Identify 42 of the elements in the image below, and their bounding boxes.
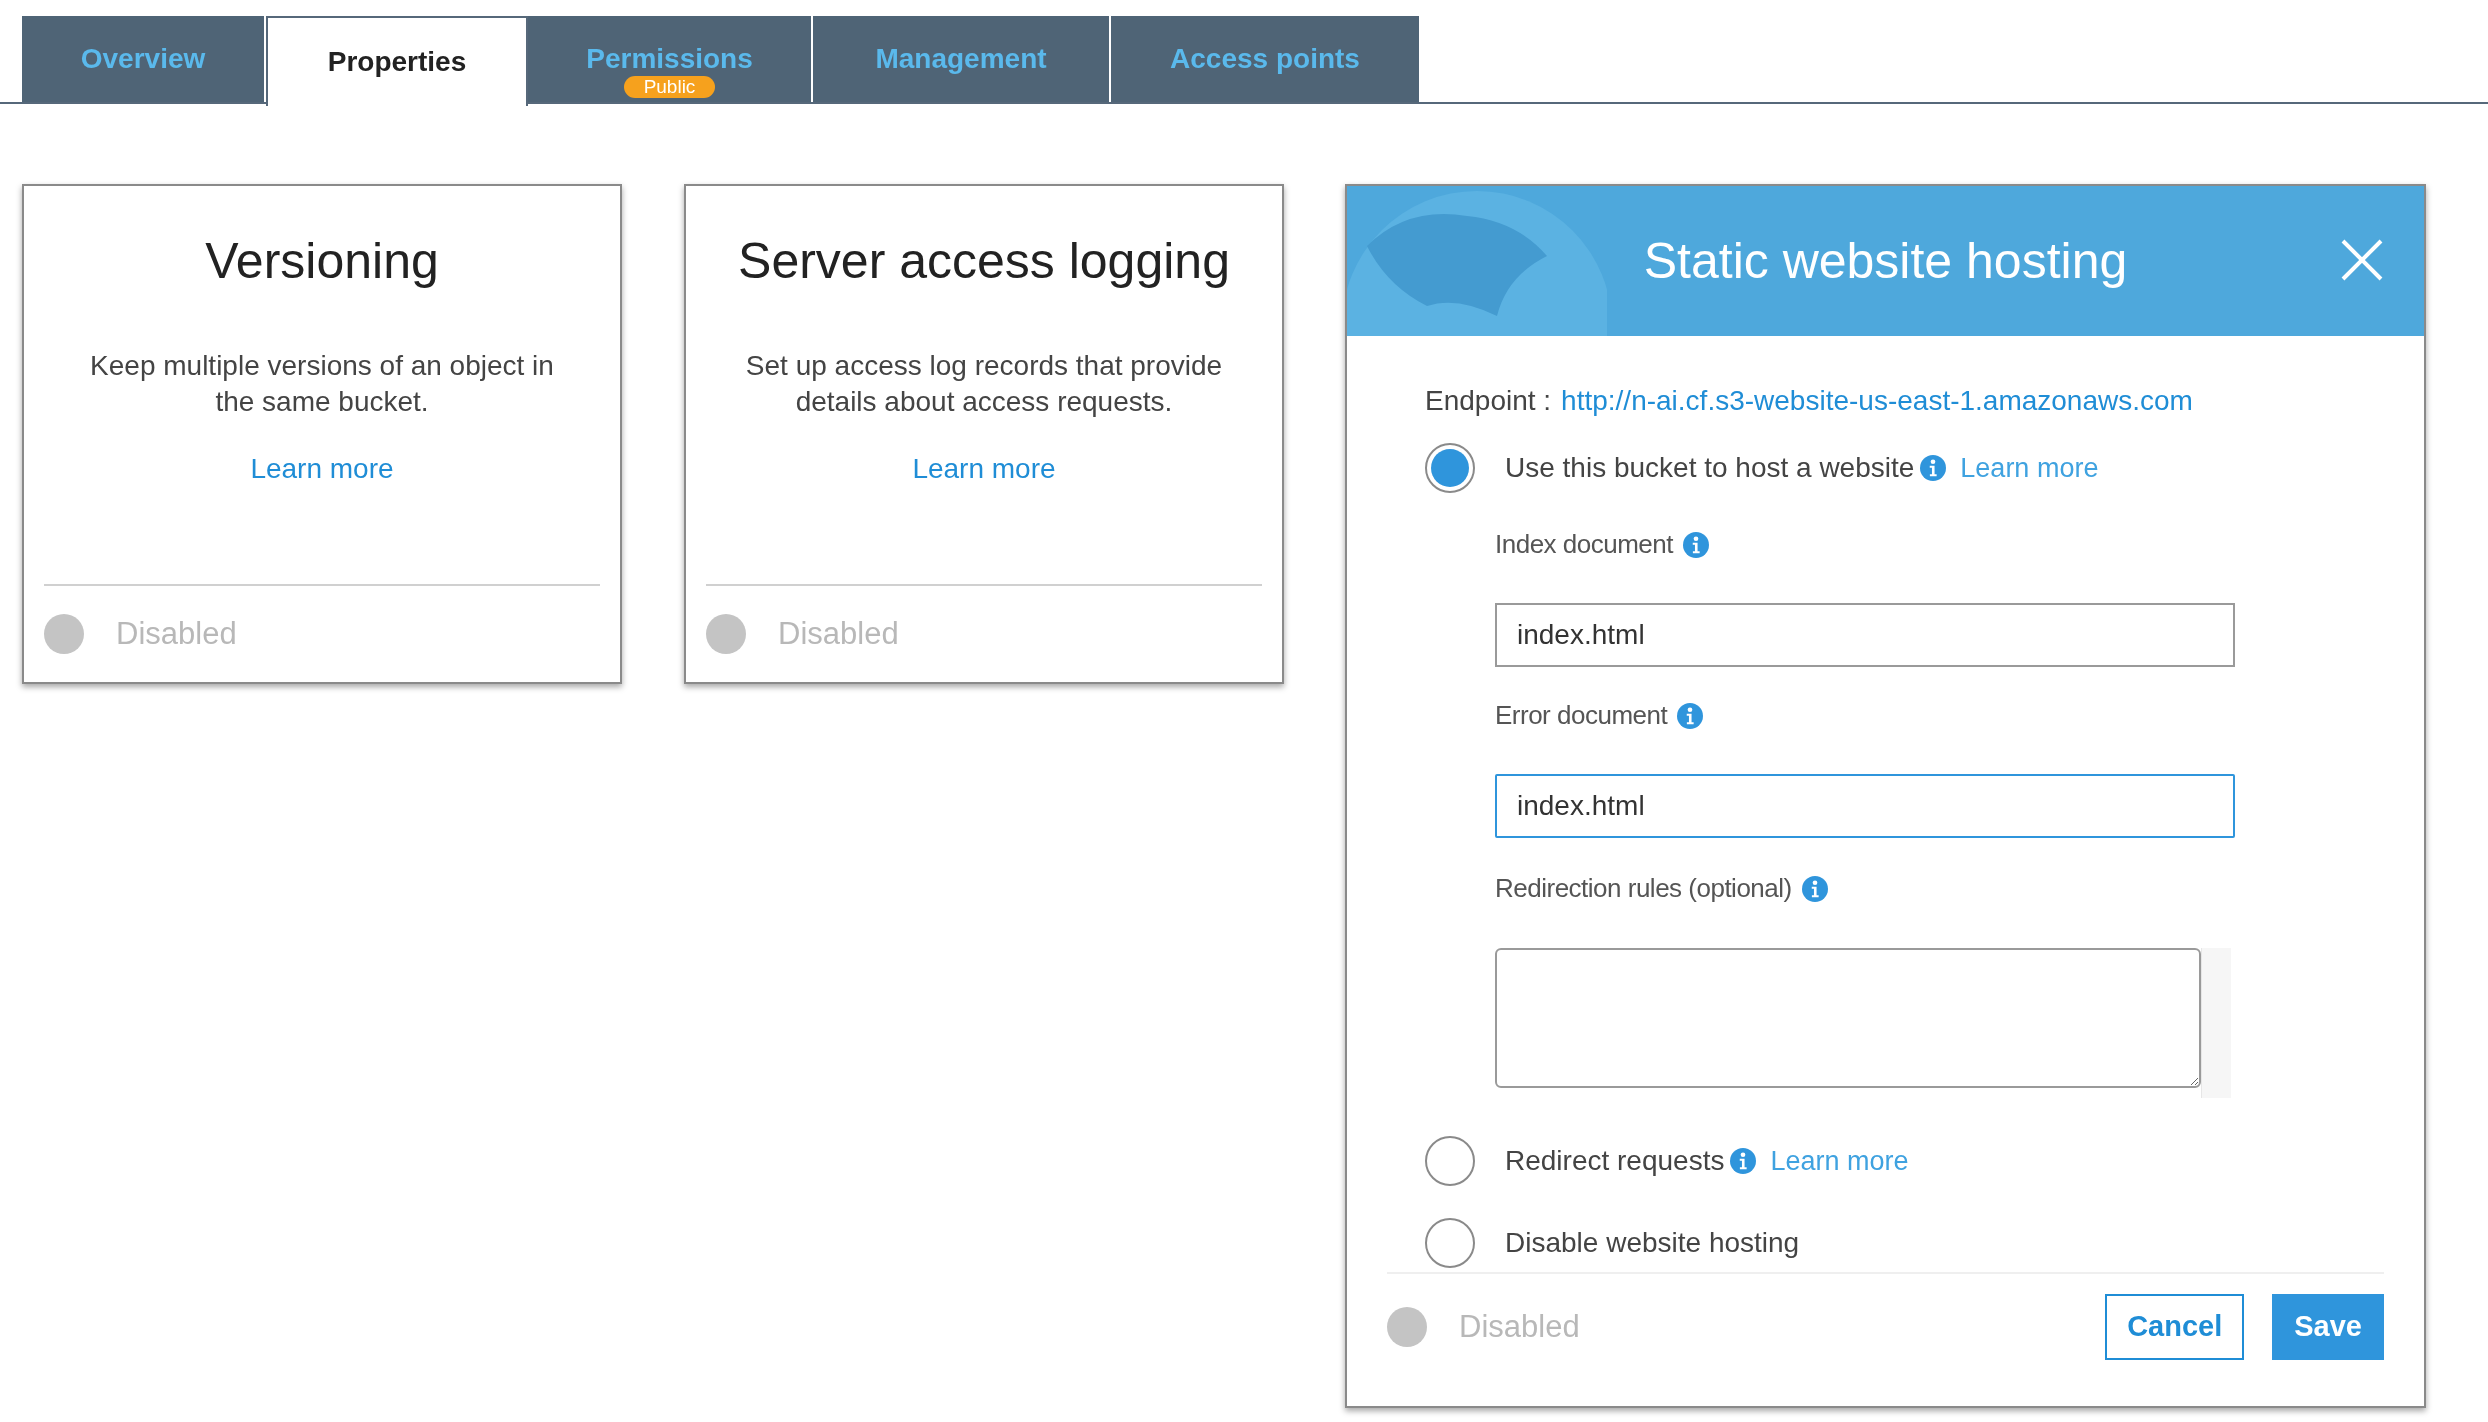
field-label: Error document [1495, 699, 1668, 732]
tab[interactable]: Properties [266, 16, 528, 106]
tab[interactable]: Management [813, 16, 1111, 102]
info-icon[interactable] [1683, 531, 1709, 558]
field-label: Index document [1495, 528, 1673, 561]
tab[interactable]: Permissions Public [528, 16, 813, 102]
learn-more-link[interactable]: Learn more [1960, 447, 2099, 489]
property-card[interactable]: Server access logging Set up access log records that provide details about access requests. Learn more Disabled [684, 184, 1284, 684]
dialog-title: Static website hosting [1643, 236, 2128, 286]
text-field[interactable]: index.html [1495, 774, 2235, 838]
learn-more-link[interactable]: Learn more [250, 448, 394, 490]
option-label: Use this bucket to host a website [1505, 451, 1915, 485]
radio-button[interactable] [1425, 1136, 1475, 1186]
card-description: Keep multiple versions of an object in the same bucket. [89, 349, 555, 419]
learn-more-link[interactable]: Learn more [1770, 1140, 1909, 1182]
option-label: Disable website hosting [1505, 1226, 1800, 1260]
learn-more-link[interactable]: Learn more [912, 448, 1056, 490]
status-text: Disabled [1459, 1307, 1580, 1346]
tab[interactable]: Overview [22, 16, 266, 102]
property-card[interactable]: Versioning Keep multiple versions of an object in the same bucket. Learn more Disabled [22, 184, 622, 684]
public-badge: Public [623, 76, 716, 98]
endpoint-label: Endpoint : [1425, 384, 1552, 418]
field-label: Redirection rules (optional) [1495, 872, 1792, 905]
close-icon[interactable] [2340, 238, 2384, 282]
info-icon[interactable] [1730, 1148, 1757, 1174]
radio-button[interactable] [1425, 1218, 1475, 1268]
text-field[interactable]: index.html [1495, 603, 2235, 667]
save-button[interactable]: Save [2272, 1294, 2384, 1360]
option-label: Redirect requests [1505, 1144, 1725, 1178]
info-icon[interactable] [1920, 455, 1947, 481]
card-title: Versioning [205, 236, 439, 286]
card-description: Set up access log records that provide details about access requests. [744, 349, 1224, 419]
text-area[interactable] [1495, 948, 2201, 1088]
radio-button[interactable] [1425, 443, 1475, 493]
cancel-button[interactable]: Cancel [2105, 1294, 2245, 1360]
info-icon[interactable] [1801, 875, 1828, 902]
card-title: Server access logging [738, 236, 1230, 286]
status-text: Disabled [116, 614, 237, 653]
endpoint-link[interactable]: http://n-ai.cf.s3-website-us-east-1.amazonaws.com [1561, 380, 2193, 422]
tab[interactable]: Access points [1111, 16, 1421, 102]
status-text: Disabled [778, 614, 899, 653]
info-icon[interactable] [1677, 702, 1704, 729]
